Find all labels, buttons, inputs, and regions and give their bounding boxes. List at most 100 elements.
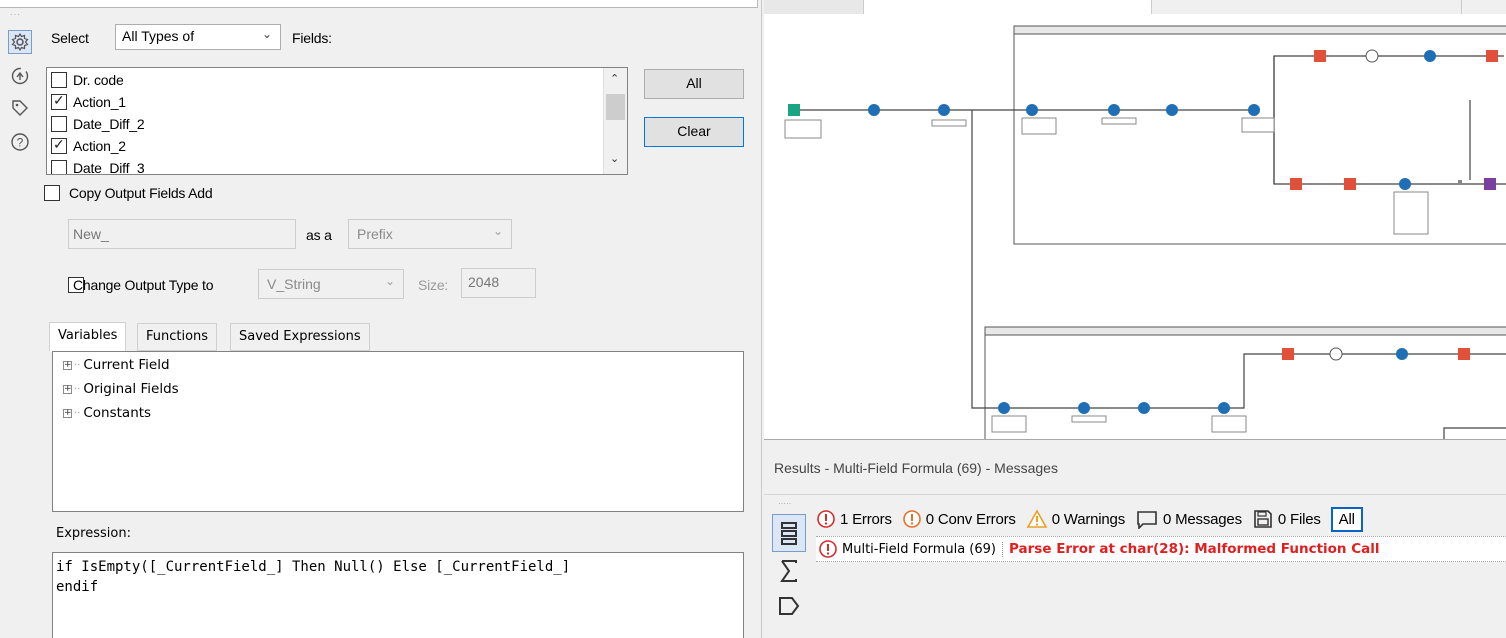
workflow-node: [868, 104, 880, 116]
svg-text:?: ?: [17, 136, 24, 150]
scrollbar-thumb[interactable]: [606, 94, 625, 120]
tag-icon[interactable]: [10, 98, 30, 118]
file-icon: [1254, 510, 1272, 528]
copy-output-label: Copy Output Fields Add: [69, 185, 213, 201]
field-checklist[interactable]: Dr. code Action_1 Date_Diff_2 Action_2 D…: [46, 67, 628, 175]
tree-item-original-fields[interactable]: + ·· Original Fields: [63, 378, 179, 400]
filter-errors[interactable]: 1 Errors: [816, 509, 892, 529]
change-type-label: Change Output Type to: [73, 277, 214, 293]
type-filter-select[interactable]: All Types of ⌄: [115, 24, 281, 50]
size-label: Size:: [418, 277, 449, 293]
workflow-node: [1399, 178, 1411, 190]
panel-header-strip: [0, 0, 758, 8]
position-value: Prefix: [357, 226, 393, 242]
filter-conv-errors[interactable]: 0 Conv Errors: [902, 509, 1016, 529]
prefix-input[interactable]: New_: [68, 219, 296, 249]
field-item[interactable]: Date_Diff_3: [51, 158, 145, 174]
field-checkbox[interactable]: [51, 160, 67, 174]
field-checkbox[interactable]: [51, 92, 67, 110]
filter-warnings[interactable]: 0 Warnings: [1026, 509, 1125, 529]
tree-item-current-field[interactable]: + ·· Current Field: [63, 354, 170, 376]
chevron-down-icon: ⌄: [492, 224, 503, 238]
scroll-up-icon[interactable]: ⌃: [610, 72, 619, 85]
scroll-down-icon[interactable]: ⌄: [610, 152, 619, 165]
workflow-canvas[interactable]: [764, 0, 1506, 440]
workflow-node: [1138, 402, 1150, 414]
workflow-node: [1424, 50, 1436, 62]
filter-all-button[interactable]: All: [1330, 506, 1363, 532]
tab-functions[interactable]: Functions: [137, 323, 218, 351]
tab-saved-expressions[interactable]: Saved Expressions: [230, 323, 370, 351]
chevron-down-icon: ⌄: [384, 274, 395, 288]
message-tool-name: Multi-Field Formula (69): [838, 541, 1003, 557]
as-a-label: as a: [306, 227, 332, 243]
field-item[interactable]: Dr. code: [51, 70, 124, 90]
workflow-node: [1486, 50, 1498, 62]
variables-tree[interactable]: + ·· Current Field + ·· Original Fields + ·…: [52, 351, 744, 512]
copy-output-checkbox[interactable]: [44, 185, 60, 201]
field-item[interactable]: Action_1: [51, 92, 126, 112]
tree-item-constants[interactable]: + ·· Constants: [63, 402, 151, 424]
workflow-node: [1282, 348, 1294, 360]
tree-item-label: Current Field: [83, 357, 170, 373]
messages-list-icon[interactable]: [774, 518, 804, 548]
workflow-node: [1290, 178, 1302, 190]
field-checkbox[interactable]: [51, 72, 67, 88]
workflow-diagram[interactable]: [764, 0, 1506, 440]
field-name: Dr. code: [73, 72, 124, 88]
field-item[interactable]: Action_2: [51, 136, 126, 156]
expand-icon[interactable]: +: [63, 408, 72, 418]
tag-output-icon[interactable]: [774, 592, 804, 622]
field-name: Date_Diff_2: [73, 116, 145, 132]
message-error-text: Parse Error at char(28): Malformed Funct…: [1009, 541, 1380, 557]
error-icon: [819, 540, 837, 558]
filter-errors-label: 1 Errors: [840, 510, 892, 528]
summary-sigma-icon[interactable]: [774, 556, 804, 586]
filter-messages[interactable]: 0 Messages: [1135, 509, 1242, 529]
expand-icon[interactable]: +: [63, 360, 72, 370]
workflow-node: [1078, 402, 1090, 414]
workflow-node: [1344, 178, 1356, 190]
select-all-button[interactable]: All: [644, 69, 744, 99]
output-type-value: V_String: [267, 276, 321, 292]
results-title: Results - Multi-Field Formula (69) - Mes…: [774, 460, 1058, 476]
help-icon[interactable]: ?: [10, 132, 30, 152]
field-checkbox[interactable]: [51, 136, 67, 154]
message-row[interactable]: Multi-Field Formula (69) Parse Error at …: [816, 536, 1506, 562]
position-select[interactable]: Prefix ⌄: [348, 219, 512, 249]
settings-gear-icon[interactable]: [8, 30, 32, 54]
expression-editor[interactable]: if IsEmpty([_CurrentField_] Then Null() …: [52, 552, 744, 638]
expression-label: Expression:: [56, 526, 131, 541]
workflow-node: [1458, 348, 1470, 360]
tree-item-label: Original Fields: [83, 381, 179, 397]
select-label: Select: [51, 30, 89, 46]
workflow-node: [998, 402, 1010, 414]
filter-messages-label: 0 Messages: [1163, 510, 1242, 528]
field-name: Action_2: [73, 138, 126, 154]
workflow-node: [1314, 50, 1326, 62]
field-checkbox[interactable]: [51, 116, 67, 132]
size-input[interactable]: 2048: [461, 268, 536, 298]
field-item[interactable]: Date_Diff_2: [51, 114, 145, 134]
conv-error-icon: [902, 510, 921, 528]
workflow-node: [1484, 178, 1496, 190]
workflow-node: [1396, 348, 1408, 360]
tree-item-label: Constants: [83, 405, 152, 421]
annotation-icon[interactable]: [10, 66, 30, 86]
workflow-node: [1248, 104, 1260, 116]
drag-handle-icon[interactable]: ···: [10, 11, 30, 19]
results-panel: Results - Multi-Field Formula (69) - Mes…: [764, 442, 1506, 638]
tab-variables[interactable]: Variables: [49, 322, 127, 352]
message-filter-bar: 1 Errors 0 Conv Errors 0 Warnings 0 Mess…: [816, 504, 1363, 534]
clear-button[interactable]: Clear: [644, 117, 744, 147]
filter-conv-errors-label: 0 Conv Errors: [925, 510, 1016, 528]
expand-icon[interactable]: +: [63, 384, 72, 394]
warning-icon: [1026, 509, 1048, 528]
output-type-select[interactable]: V_String ⌄: [258, 269, 404, 299]
chevron-down-icon: ⌄: [261, 27, 272, 41]
filter-files[interactable]: 0 Files: [1252, 509, 1321, 529]
field-list-scrollbar[interactable]: ⌃ ⌄: [603, 68, 627, 174]
configuration-panel: ··· ? Select All Types of ⌄ Fields: Dr. …: [0, 0, 762, 638]
field-name: Action_1: [73, 94, 126, 110]
results-view-switcher: [768, 498, 808, 638]
